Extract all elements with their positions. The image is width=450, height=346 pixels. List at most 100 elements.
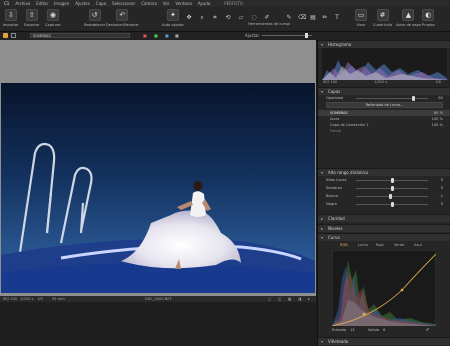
- menu-ajustes[interactable]: Ajustes: [75, 1, 90, 6]
- ajustar-zoom-label[interactable]: Ajustar: [245, 32, 259, 40]
- keystone-tool-icon[interactable]: ▱: [238, 15, 244, 21]
- fill-luma-button[interactable]: Rellenado de Luma...: [326, 102, 443, 108]
- cuadricula-button[interactable]: # Cuadrícula: [373, 9, 392, 27]
- brush-tool-icon[interactable]: ✎: [286, 15, 292, 21]
- hdr-row: Sombras 0: [326, 186, 443, 191]
- curve-entrada-value[interactable]: 13: [350, 328, 355, 332]
- eraser-tool-icon[interactable]: ⌫: [298, 15, 306, 21]
- opacity-slider[interactable]: [356, 96, 428, 101]
- layer-dropdown[interactable]: SOMBRAS: [30, 33, 130, 38]
- hdr-slider[interactable]: [356, 194, 428, 199]
- herramientas-cursor-label: Herramientas de cursor: [248, 22, 291, 26]
- hdr-slider[interactable]: [356, 186, 428, 191]
- annotate-tool-icon[interactable]: ✏: [322, 15, 328, 21]
- histogram-header[interactable]: ▾ Histograma: [318, 40, 450, 48]
- grid-icon: #: [376, 9, 389, 21]
- layers-header[interactable]: ▾ Capas: [318, 87, 450, 95]
- reset-icon: ↺: [88, 9, 101, 21]
- histogram-shutter: 1/320 s: [374, 80, 388, 84]
- menu-imagen[interactable]: Imagen: [54, 1, 69, 6]
- collapse-icon: ▾: [321, 235, 324, 240]
- collapse-icon: ▾: [321, 170, 324, 175]
- window-title: PERFOTO: [224, 1, 243, 6]
- menu-bar: C1 Archivo Editar Imagen Ajustes Capa Se…: [0, 0, 450, 7]
- visor-button[interactable]: ▭ Visor: [355, 9, 367, 27]
- curve-graph[interactable]: [332, 250, 436, 326]
- hdr-slider-knob[interactable]: [390, 178, 394, 183]
- toolbar: ⇩ Importar ⇧ Exportar ◉ Capturar ↺ Resta…: [0, 7, 450, 32]
- menu-seleccionar[interactable]: Seleccionar: [112, 1, 135, 6]
- curve-tab-verde[interactable]: Verde: [394, 243, 404, 247]
- curva-header[interactable]: ▾ Curva: [318, 233, 450, 241]
- curve-entrada-label: Entrada: [332, 328, 347, 332]
- importar-button[interactable]: ⇩ Importar: [3, 9, 19, 27]
- import-icon: ⇩: [4, 9, 17, 21]
- opacity-row: Opacidad 80: [326, 95, 443, 101]
- layer-item[interactable]: Fondo: [318, 128, 450, 134]
- woman-head: [193, 181, 203, 191]
- spot-tool-icon[interactable]: ◌: [251, 15, 257, 21]
- prueba-button[interactable]: ◐ Prueba: [422, 9, 435, 27]
- curve-tab-azul[interactable]: Azul: [414, 243, 422, 247]
- menu-archivo[interactable]: Archivo: [15, 1, 30, 6]
- niveles-header[interactable]: ▸ Niveles: [318, 224, 450, 232]
- magic-wand-icon: ✦: [166, 9, 179, 21]
- menu-camara[interactable]: Cámara: [141, 1, 157, 6]
- red-channel-icon[interactable]: ■: [143, 33, 147, 38]
- hdr-slider-knob[interactable]: [390, 202, 394, 207]
- hdr-slider[interactable]: [356, 202, 428, 207]
- claridad-header[interactable]: ▸ Claridad: [318, 214, 450, 222]
- green-channel-icon[interactable]: ■: [154, 33, 158, 38]
- hdr-slider[interactable]: [356, 178, 428, 183]
- menu-editar[interactable]: Editar: [36, 1, 48, 6]
- layer-mask-icon[interactable]: [3, 33, 8, 38]
- menu-ayuda[interactable]: Ayuda: [198, 1, 210, 6]
- expand-icon: ▸: [321, 216, 324, 221]
- undo-icon: ↶: [116, 9, 129, 21]
- restablecer-button[interactable]: ↺ Restablecer: [84, 9, 105, 27]
- curve-picker-icon[interactable]: ✐: [426, 327, 429, 332]
- auto-ajustar-button[interactable]: ✦ Auto ajustar: [162, 9, 184, 27]
- collapse-icon: ▾: [321, 42, 324, 47]
- hdr-header[interactable]: ▾ Alto rango dinámico: [318, 168, 450, 176]
- proof-icon: ◐: [422, 9, 435, 21]
- curve-salida-label: Salida: [368, 328, 379, 332]
- curve-tab-rojo[interactable]: Rojo: [376, 243, 384, 247]
- collapse-icon: ▾: [321, 339, 324, 344]
- pan-tool-icon[interactable]: ✥: [186, 15, 192, 21]
- menu-ver[interactable]: Ver: [163, 1, 170, 6]
- tools-panel: ▾ Histograma ISO 100 1/320 s f/8 ▾ Capas…: [317, 40, 450, 346]
- picker-tool-icon[interactable]: ✐: [264, 15, 270, 21]
- luma-channel-icon[interactable]: ■: [175, 33, 179, 38]
- gradient-tool-icon[interactable]: ▤: [310, 15, 316, 21]
- export-icon: ⇧: [25, 9, 38, 21]
- photo-canvas[interactable]: [1, 83, 315, 293]
- hdr-row: Negro 0: [326, 202, 443, 207]
- crop-tool-icon[interactable]: ⌗: [212, 15, 218, 21]
- curve-tabs: RGB Luma Rojo Verde Azul: [318, 241, 450, 249]
- app-logo[interactable]: C1: [4, 1, 9, 6]
- curve-salida-value[interactable]: 6: [383, 328, 385, 332]
- vinetado-header[interactable]: ▾ Viñeteado: [318, 337, 450, 345]
- aviso-expo-button[interactable]: ▲ Aviso de expo: [396, 9, 421, 27]
- menu-ventana[interactable]: Ventana: [175, 1, 191, 6]
- menu-capa[interactable]: Capa: [96, 1, 106, 6]
- hdr-slider-knob[interactable]: [389, 194, 393, 199]
- curve-tab-rgb[interactable]: RGB: [340, 243, 348, 247]
- text-tool-icon[interactable]: T: [334, 15, 340, 21]
- opacity-value[interactable]: 80: [438, 95, 443, 101]
- zoom-tool-icon[interactable]: ⌕: [199, 15, 205, 21]
- rotate-tool-icon[interactable]: ⟲: [225, 15, 231, 21]
- histogram-fstop: f/8: [436, 80, 441, 84]
- hdr-slider-knob[interactable]: [390, 186, 394, 191]
- histogram-graph: [322, 48, 447, 80]
- curve-tab-luma[interactable]: Luma: [358, 243, 368, 247]
- expand-icon: ▸: [321, 226, 324, 231]
- capturar-button[interactable]: ◉ Capturar: [45, 9, 61, 27]
- opacity-slider-knob[interactable]: [412, 96, 416, 101]
- deshacer-button[interactable]: ↶ Deshacer/Rehacer: [106, 9, 139, 27]
- layer-add-icon[interactable]: [11, 33, 16, 38]
- exportar-button[interactable]: ⇧ Exportar: [24, 9, 39, 27]
- blue-channel-icon[interactable]: ■: [165, 33, 169, 38]
- zoom-slider-knob[interactable]: [305, 33, 308, 38]
